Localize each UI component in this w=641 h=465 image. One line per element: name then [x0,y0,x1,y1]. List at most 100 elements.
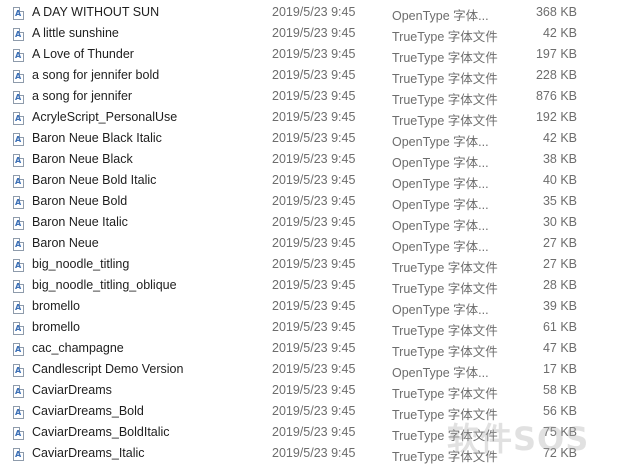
file-row[interactable]: bromello 2019/5/23 9:45 TrueType 字体文件 61 KB [0,317,641,338]
file-modified-date: 2019/5/23 9:45 [272,131,356,145]
file-size: 39 KB [542,299,577,313]
font-file-icon [13,364,24,377]
file-row[interactable]: CaviarDreams_Italic 2019/5/23 9:45 TrueTyp… [0,443,641,464]
file-type: TrueType 字体文件 [392,450,498,464]
file-size: 42 KB [542,26,577,40]
file-type: TrueType 字体文件 [392,30,498,44]
file-row[interactable]: Baron Neue 2019/5/23 9:45 OpenType 字体... 27… [0,233,641,254]
font-file-icon [13,385,24,398]
file-row[interactable]: CaviarDreams 2019/5/23 9:45 TrueType 字体文件 5… [0,380,641,401]
file-modified-date: 2019/5/23 9:45 [272,320,356,334]
file-type: TrueType 字体文件 [392,282,498,296]
file-type: OpenType 字体... [392,219,489,233]
file-modified-date: 2019/5/23 9:45 [272,110,356,124]
file-row[interactable]: A DAY WITHOUT SUN 2019/5/23 9:45 OpenType … [0,2,641,23]
file-name: CaviarDreams_Italic [32,446,145,460]
file-list: A DAY WITHOUT SUN 2019/5/23 9:45 OpenType … [0,2,641,464]
file-size: 28 KB [542,278,577,292]
file-name: Baron Neue [32,236,99,250]
file-size: 27 KB [542,236,577,250]
font-file-icon [13,406,24,419]
file-type: OpenType 字体... [392,177,489,191]
file-name: big_noodle_titling_oblique [32,278,177,292]
font-file-icon [13,154,24,167]
file-row[interactable]: CaviarDreams_BoldItalic 2019/5/23 9:45 Tru… [0,422,641,443]
file-type: OpenType 字体... [392,9,489,23]
file-size: 876 KB [535,89,577,103]
file-row[interactable]: big_noodle_titling_oblique 2019/5/23 9:45… [0,275,641,296]
file-modified-date: 2019/5/23 9:45 [272,5,356,19]
font-file-icon [13,175,24,188]
file-row[interactable]: Baron Neue Black 2019/5/23 9:45 OpenType 字… [0,149,641,170]
file-row[interactable]: cac_champagne 2019/5/23 9:45 TrueType 字体文件… [0,338,641,359]
file-row[interactable]: Baron Neue Black Italic 2019/5/23 9:45 Ope… [0,128,641,149]
font-file-icon [13,133,24,146]
file-size: 368 KB [535,5,577,19]
file-row[interactable]: a song for jennifer bold 2019/5/23 9:45 Tr… [0,65,641,86]
file-type: OpenType 字体... [392,198,489,212]
file-modified-date: 2019/5/23 9:45 [272,89,356,103]
file-size: 30 KB [542,215,577,229]
file-type: TrueType 字体文件 [392,429,498,443]
file-name: CaviarDreams [32,383,112,397]
file-type: TrueType 字体文件 [392,93,498,107]
file-row[interactable]: Baron Neue Italic 2019/5/23 9:45 OpenType … [0,212,641,233]
file-size: 192 KB [535,110,577,124]
font-file-icon [13,427,24,440]
file-row[interactable]: A Love of Thunder 2019/5/23 9:45 TrueType … [0,44,641,65]
file-name: Baron Neue Bold [32,194,128,208]
file-name: cac_champagne [32,341,124,355]
file-name: Baron Neue Black [32,152,133,166]
file-modified-date: 2019/5/23 9:45 [272,341,356,355]
file-size: 27 KB [542,257,577,271]
file-size: 75 KB [542,425,577,439]
file-name: Baron Neue Italic [32,215,128,229]
file-name: A DAY WITHOUT SUN [32,5,160,19]
file-row[interactable]: CaviarDreams_Bold 2019/5/23 9:45 TrueType … [0,401,641,422]
font-file-icon [13,49,24,62]
file-type: OpenType 字体... [392,135,489,149]
font-file-icon [13,280,24,293]
file-modified-date: 2019/5/23 9:45 [272,257,356,271]
file-modified-date: 2019/5/23 9:45 [272,383,356,397]
file-modified-date: 2019/5/23 9:45 [272,47,356,61]
file-size: 228 KB [535,68,577,82]
file-row[interactable]: a song for jennifer 2019/5/23 9:45 TrueTyp… [0,86,641,107]
file-type: TrueType 字体文件 [392,345,498,359]
file-type: OpenType 字体... [392,366,489,380]
file-modified-date: 2019/5/23 9:45 [272,278,356,292]
file-row[interactable]: Candlescript Demo Version 2019/5/23 9:45 O… [0,359,641,380]
file-type: TrueType 字体文件 [392,72,498,86]
file-size: 40 KB [542,173,577,187]
file-name: a song for jennifer [32,89,133,103]
file-row[interactable]: bromello 2019/5/23 9:45 OpenType 字体... 39 K… [0,296,641,317]
file-type: TrueType 字体文件 [392,114,498,128]
file-name: Baron Neue Bold Italic [32,173,157,187]
file-modified-date: 2019/5/23 9:45 [272,446,356,460]
file-modified-date: 2019/5/23 9:45 [272,26,356,40]
file-type: TrueType 字体文件 [392,324,498,338]
font-file-icon [13,217,24,230]
font-file-icon [13,112,24,125]
file-size: 42 KB [542,131,577,145]
file-name: a song for jennifer bold [32,68,160,82]
file-name: CaviarDreams_Bold [32,404,144,418]
file-name: CaviarDreams_BoldItalic [32,425,170,439]
font-file-icon [13,196,24,209]
file-row[interactable]: A little sunshine 2019/5/23 9:45 TrueType … [0,23,641,44]
font-file-icon [13,91,24,104]
file-size: 61 KB [542,320,577,334]
file-size: 47 KB [542,341,577,355]
file-row[interactable]: Baron Neue Bold Italic 2019/5/23 9:45 Open… [0,170,641,191]
file-row[interactable]: Baron Neue Bold 2019/5/23 9:45 OpenType 字体… [0,191,641,212]
file-modified-date: 2019/5/23 9:45 [272,299,356,313]
font-file-icon [13,448,24,461]
file-row[interactable]: AcryleScript_PersonalUse 2019/5/23 9:45 Tr… [0,107,641,128]
file-row[interactable]: big_noodle_titling 2019/5/23 9:45 TrueType… [0,254,641,275]
file-type: TrueType 字体文件 [392,51,498,65]
file-size: 35 KB [542,194,577,208]
file-type: TrueType 字体文件 [392,408,498,422]
font-file-icon [13,7,24,20]
file-size: 197 KB [535,47,577,61]
file-type: OpenType 字体... [392,156,489,170]
